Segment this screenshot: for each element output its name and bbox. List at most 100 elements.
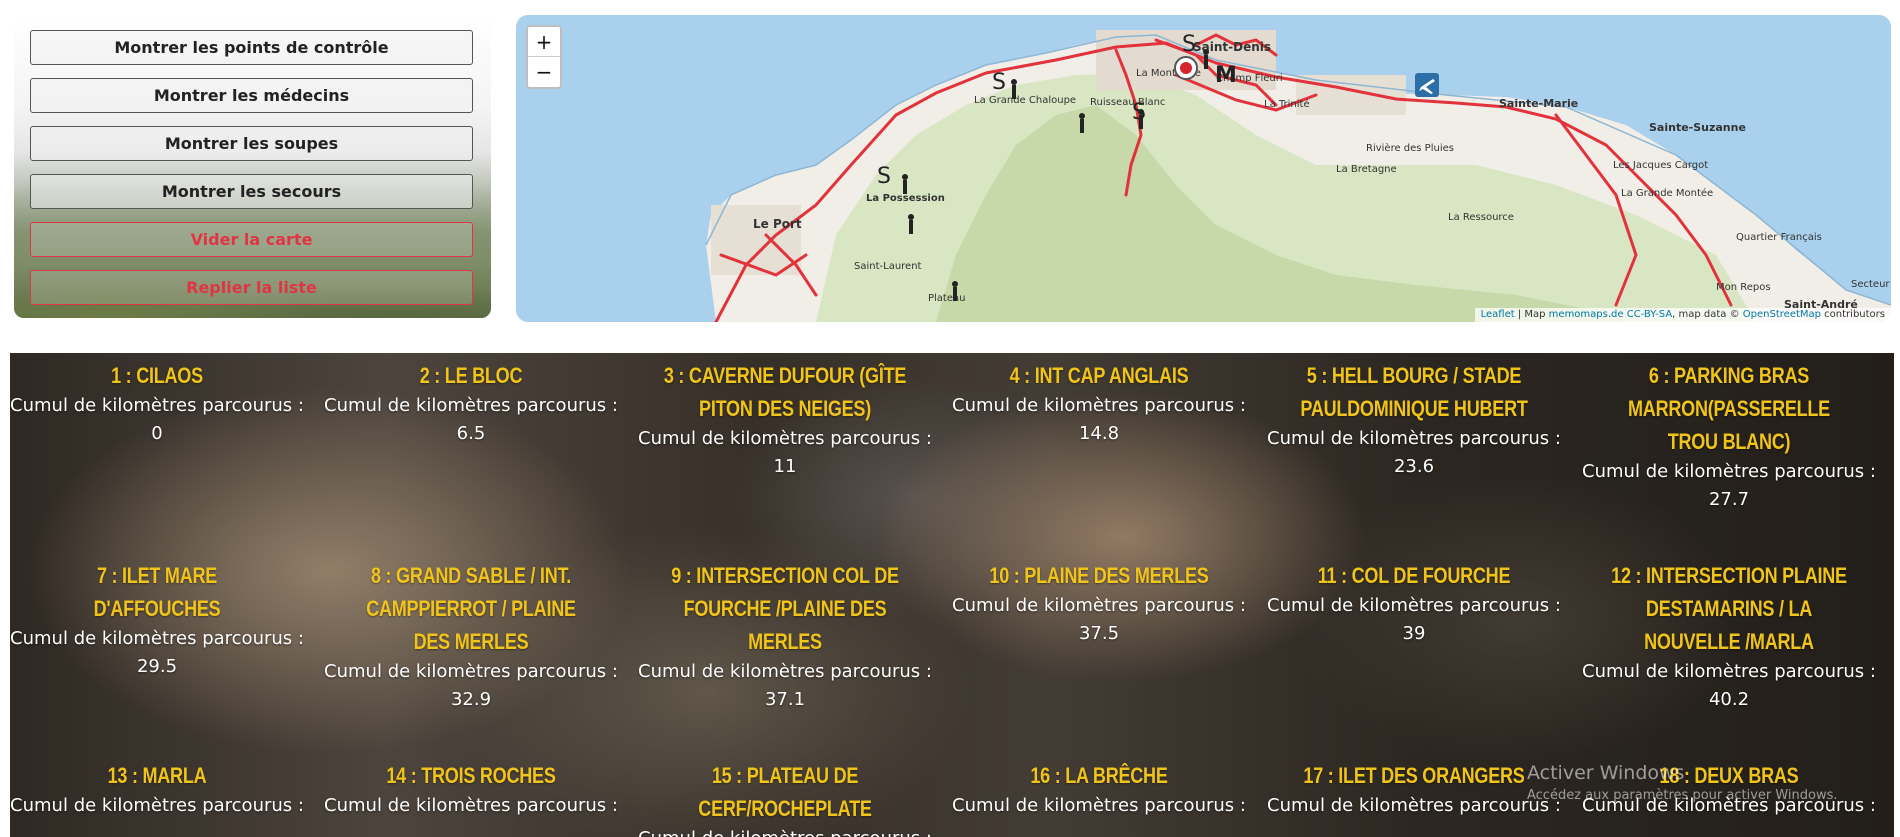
map-tiles: Saint-Denis La Montagne Champ Fleuri La … <box>705 30 1891 322</box>
map-attribution: Leaflet | Map memomaps.de CC-BY-SA, map … <box>1474 308 1891 322</box>
control-panel: Montrer les points de contrôle Montrer l… <box>14 15 491 318</box>
checkpoint-distance-label: Cumul de kilomètres parcourus : <box>952 395 1246 416</box>
place-quartier-francais: Quartier Français <box>1736 232 1822 243</box>
map-view[interactable]: Saint-Denis La Montagne Champ Fleuri La … <box>516 15 1891 322</box>
checkpoint-item: 6 : PARKING BRAS MARRON(PASSERELLE TROU … <box>1579 359 1879 514</box>
checkpoint-title: 13 : MARLA <box>107 763 207 788</box>
windows-activation-watermark: Activer Windows Accédez aux paramètres p… <box>1527 762 1838 803</box>
checkpoint-distance-label: Cumul de kilomètres parcourus : <box>1582 661 1876 682</box>
checkpoint-distance-label: Cumul de kilomètres parcourus : <box>1582 461 1876 482</box>
soup-marker-s-icon: S <box>1132 100 1146 125</box>
checkpoint-distance-value: 11 <box>773 456 797 477</box>
checkpoint-title: 7 : ILET MARE D'AFFOUCHES <box>93 563 221 621</box>
checkpoint-title: 10 : PLAINE DES MERLES <box>989 563 1209 588</box>
openstreetmap-link[interactable]: OpenStreetMap <box>1743 309 1821 320</box>
leaflet-link[interactable]: Leaflet <box>1481 309 1515 320</box>
checkpoint-distance-label: Cumul de kilomètres parcourus : <box>10 628 304 649</box>
place-la-grande-chaloupe: La Grande Chaloupe <box>974 95 1076 106</box>
checkpoint-title: 6 : PARKING BRAS MARRON(PASSERELLE TROU … <box>1628 363 1830 454</box>
checkpoint-title: 15 : PLATEAU DE CERF/ROCHEPLATE <box>698 763 872 821</box>
place-sainte-suzanne: Sainte-Suzanne <box>1649 121 1746 134</box>
checkpoint-title: 4 : INT CAP ANGLAIS <box>1009 363 1189 388</box>
checkpoint-distance-label: Cumul de kilomètres parcourus : <box>10 395 304 416</box>
memomaps-link[interactable]: memomaps.de <box>1549 309 1624 320</box>
checkpoint-distance-value: 6.5 <box>456 423 486 444</box>
checkpoint-distance-value: 40.2 <box>1708 689 1750 710</box>
checkpoint-title: 11 : COL DE FOURCHE <box>1317 563 1511 588</box>
checkpoint-item: 11 : COL DE FOURCHE Cumul de kilomètres p… <box>1264 559 1564 648</box>
place-plateau: Plateau <box>928 293 965 304</box>
urban-le-port <box>711 205 801 275</box>
checkpoint-item: 9 : INTERSECTION COL DE FOURCHE /PLAINE … <box>635 559 935 714</box>
checkpoint-item: 5 : HELL BOURG / STADE PAULDOMINIQUE HUB… <box>1264 359 1564 481</box>
checkpoint-distance-value: 37.1 <box>764 689 806 710</box>
checkpoint-title: 2 : LE BLOC <box>419 363 523 388</box>
place-la-ressource: La Ressource <box>1448 212 1514 223</box>
checkpoint-distance-label: Cumul de kilomètres parcourus : <box>324 395 618 416</box>
show-doctors-button[interactable]: Montrer les médecins <box>30 78 473 113</box>
soup-marker-s-icon: S <box>1182 32 1196 57</box>
show-soups-button[interactable]: Montrer les soupes <box>30 126 473 161</box>
checkpoint-distance-label: Cumul de kilomètres parcourus : <box>638 428 932 449</box>
cc-by-sa-link[interactable]: CC-BY-SA <box>1627 309 1672 320</box>
checkpoint-item: 1 : CILAOS Cumul de kilomètres parcourus … <box>10 359 307 448</box>
checkpoint-title: 9 : INTERSECTION COL DE FOURCHE /PLAINE … <box>671 563 899 654</box>
place-secteur-r: Secteur R <box>1851 279 1891 290</box>
checkpoint-distance-label: Cumul de kilomètres parcourus : <box>324 795 618 816</box>
attribution-text: contributors <box>1821 309 1885 320</box>
checkpoint-distance-value: 0 <box>151 423 163 444</box>
attribution-text: , map data © <box>1672 309 1743 320</box>
checkpoint-distance-label: Cumul de kilomètres parcourus : <box>1267 428 1561 449</box>
place-la-possession: La Possession <box>866 193 945 204</box>
show-rescue-button[interactable]: Montrer les secours <box>30 174 473 209</box>
checkpoint-item: 8 : GRAND SABLE / INT. CAMPPIERROT / PLA… <box>321 559 621 714</box>
checkpoint-item: 14 : TROIS ROCHES Cumul de kilomètres par… <box>321 759 621 820</box>
medic-marker-m-icon: M <box>1215 63 1237 88</box>
checkpoint-item: 16 : LA BRÊCHE Cumul de kilomètres parcou… <box>949 759 1249 820</box>
place-la-grande-montee: La Grande Montée <box>1621 187 1713 199</box>
checkpoint-item: 15 : PLATEAU DE CERF/ROCHEPLATE Cumul de … <box>635 759 935 837</box>
place-la-trinite: La Trinité <box>1264 98 1310 110</box>
place-le-port: Le Port <box>753 217 802 231</box>
zoom-control: + − <box>526 25 562 89</box>
place-la-bretagne: La Bretagne <box>1336 164 1397 175</box>
checkpoint-distance-value: 27.7 <box>1708 489 1750 510</box>
checkpoint-item: 12 : INTERSECTION PLAINE DESTAMARINS / L… <box>1579 559 1879 714</box>
checkpoint-title: 17 : ILET DES ORANGERS <box>1303 763 1525 788</box>
checkpoint-distance-label: Cumul de kilomètres parcourus : <box>638 661 932 682</box>
checkpoint-distance-label: Cumul de kilomètres parcourus : <box>952 795 1246 816</box>
checkpoint-item: 3 : CAVERNE DUFOUR (GÎTE PITON DES NEIGE… <box>635 359 935 481</box>
zoom-out-button[interactable]: − <box>528 56 560 86</box>
watermark-title: Activer Windows <box>1527 762 1685 784</box>
clear-map-button[interactable]: Vider la carte <box>30 222 473 257</box>
checkpoint-item: 10 : PLAINE DES MERLES Cumul de kilomètre… <box>949 559 1249 648</box>
place-ruisseau-blanc: Ruisseau Blanc <box>1090 97 1165 108</box>
checkpoint-item: 2 : LE BLOC Cumul de kilomètres parcourus… <box>321 359 621 448</box>
place-saint-laurent: Saint-Laurent <box>854 261 922 272</box>
checkpoint-distance-value: 29.5 <box>136 656 178 677</box>
soup-marker-s-icon: S <box>877 164 891 189</box>
show-checkpoints-button[interactable]: Montrer les points de contrôle <box>30 30 473 65</box>
checkpoint-distance-label: Cumul de kilomètres parcourus : <box>1267 595 1561 616</box>
place-mon-repos: Mon Repos <box>1716 282 1771 293</box>
checkpoint-distance-value: 32.9 <box>450 689 492 710</box>
checkpoint-distance-value: 23.6 <box>1393 456 1435 477</box>
soup-marker-s-icon: S <box>992 70 1006 95</box>
checkpoint-title: 12 : INTERSECTION PLAINE DESTAMARINS / L… <box>1611 563 1847 654</box>
checkpoint-distance-value: 39 <box>1402 623 1426 644</box>
collapse-list-button[interactable]: Replier la liste <box>30 270 473 305</box>
checkpoint-distance-value: 14.8 <box>1078 423 1120 444</box>
zoom-in-button[interactable]: + <box>528 27 560 56</box>
checkpoint-title: 16 : LA BRÊCHE <box>1030 763 1168 788</box>
checkpoint-title: 5 : HELL BOURG / STADE PAULDOMINIQUE HUB… <box>1300 363 1528 421</box>
checkpoint-distance-label: Cumul de kilomètres parcourus : <box>635 825 935 837</box>
checkpoint-distance-label: Cumul de kilomètres parcourus : <box>952 595 1246 616</box>
place-sainte-marie: Sainte-Marie <box>1499 97 1578 110</box>
watermark-subtitle: Accédez aux paramètres pour activer Wind… <box>1527 788 1838 803</box>
checkpoint-item: 17 : ILET DES ORANGERS Cumul de kilomètre… <box>1264 759 1564 820</box>
checkpoint-item: 4 : INT CAP ANGLAIS Cumul de kilomètres p… <box>949 359 1249 448</box>
checkpoint-item: 7 : ILET MARE D'AFFOUCHES Cumul de kilomè… <box>10 559 307 681</box>
checkpoint-distance-label: Cumul de kilomètres parcourus : <box>324 661 618 682</box>
checkpoint-title: 8 : GRAND SABLE / INT. CAMPPIERROT / PLA… <box>366 563 576 654</box>
place-riviere-des-pluies: Rivière des Pluies <box>1366 142 1454 154</box>
